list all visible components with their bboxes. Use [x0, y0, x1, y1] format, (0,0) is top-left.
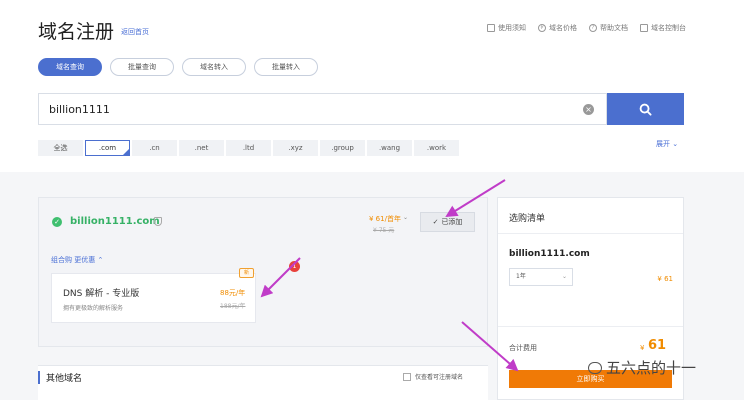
- suffix-ltd[interactable]: .ltd: [226, 140, 271, 156]
- total-label: 合计费用: [509, 344, 537, 352]
- wechat-logo-icon: [588, 361, 602, 374]
- search-box: ×: [38, 93, 607, 125]
- result-price: ¥ 61/首年: [369, 215, 401, 223]
- shield-icon: [154, 217, 162, 226]
- tab-domain-transfer[interactable]: 域名转入: [182, 58, 246, 76]
- other-domains-title: 其他域名: [38, 371, 82, 384]
- search-icon: [639, 103, 652, 116]
- result-domain: billion1111.com: [70, 216, 160, 227]
- suffix-filter: 全选 .com .cn .net .ltd .xyz .group .wang …: [38, 140, 459, 156]
- home-link[interactable]: 返回首页: [121, 27, 149, 37]
- notification-dot: 1: [289, 261, 300, 272]
- suffix-com[interactable]: .com: [85, 140, 130, 156]
- suffix-select-all[interactable]: 全选: [38, 140, 83, 156]
- check-icon: ✓: [432, 218, 439, 226]
- usage-notice-link[interactable]: 使用须知: [487, 23, 526, 33]
- clear-icon[interactable]: ×: [583, 104, 594, 115]
- checkbox[interactable]: [403, 372, 411, 381]
- dns-addon-card[interactable]: DNS 解析 - 专业版 拥有更极致的解析服务 88元/年 188元/年: [51, 273, 256, 323]
- tab-batch-query[interactable]: 批量查询: [110, 58, 174, 76]
- suffix-group[interactable]: .group: [320, 140, 365, 156]
- chevron-down-icon[interactable]: ⌄: [403, 214, 408, 221]
- expand-button[interactable]: 展开 ⌄: [656, 139, 678, 149]
- suffix-wang[interactable]: .wang: [367, 140, 412, 156]
- console-icon: [640, 24, 648, 32]
- domain-console-link[interactable]: 域名控制台: [640, 23, 686, 33]
- watermark: 五六点的十一: [588, 357, 696, 378]
- new-badge: 新: [239, 268, 254, 278]
- cart-item-price: ¥ 61: [657, 275, 673, 283]
- only-available-filter[interactable]: 仅查看可注册域名: [403, 372, 463, 381]
- page-title: 域名注册: [38, 21, 115, 43]
- suffix-xyz[interactable]: .xyz: [273, 140, 318, 156]
- total-value: 61: [648, 338, 667, 353]
- cart-title: 选购清单: [509, 214, 546, 224]
- top-links: 使用须知 ¥ 域名价格 ? 帮助文档 域名控制台: [487, 23, 686, 33]
- dns-title: DNS 解析 - 专业版: [63, 289, 140, 299]
- divider: [498, 326, 683, 327]
- total-currency: ¥: [640, 344, 645, 352]
- other-domains-section: 其他域名 仅查看可注册域名: [38, 365, 488, 400]
- help-docs-link[interactable]: ? 帮助文档: [589, 23, 628, 33]
- search-button[interactable]: [607, 93, 684, 125]
- year-select[interactable]: 1年 ⌄: [509, 268, 573, 286]
- added-button[interactable]: ✓ 已添加: [420, 212, 475, 232]
- cart-domain: billion1111.com: [509, 249, 590, 259]
- query-tabs: 域名查询 批量查询 域名转入 批量转入: [38, 58, 318, 76]
- result-old-price: ¥ 75 元: [373, 227, 395, 234]
- domain-price-link[interactable]: ¥ 域名价格: [538, 23, 577, 33]
- chevron-up-icon: ⌃: [97, 256, 104, 264]
- chevron-down-icon: ⌄: [672, 140, 679, 148]
- help-icon: ?: [589, 24, 597, 32]
- combo-offer-toggle[interactable]: 组合购 更优惠 ⌃: [51, 255, 103, 265]
- divider: [498, 233, 683, 234]
- dns-desc: 拥有更极致的解析服务: [63, 305, 124, 312]
- tab-domain-query[interactable]: 域名查询: [38, 58, 102, 76]
- suffix-work[interactable]: .work: [414, 140, 459, 156]
- domain-result-card: ✓ billion1111.com ¥ 61/首年 ⌄ ¥ 75 元 ✓ 已添加 …: [38, 197, 488, 347]
- document-icon: [487, 24, 495, 32]
- tab-batch-transfer[interactable]: 批量转入: [254, 58, 318, 76]
- dns-old-price: 188元/年: [220, 303, 246, 310]
- price-icon: ¥: [538, 24, 546, 32]
- chevron-down-icon: ⌄: [561, 273, 567, 280]
- suffix-cn[interactable]: .cn: [132, 140, 177, 156]
- search-input[interactable]: [49, 94, 569, 124]
- suffix-net[interactable]: .net: [179, 140, 224, 156]
- dns-price: 88元/年: [220, 289, 246, 297]
- available-check-icon: ✓: [52, 217, 62, 227]
